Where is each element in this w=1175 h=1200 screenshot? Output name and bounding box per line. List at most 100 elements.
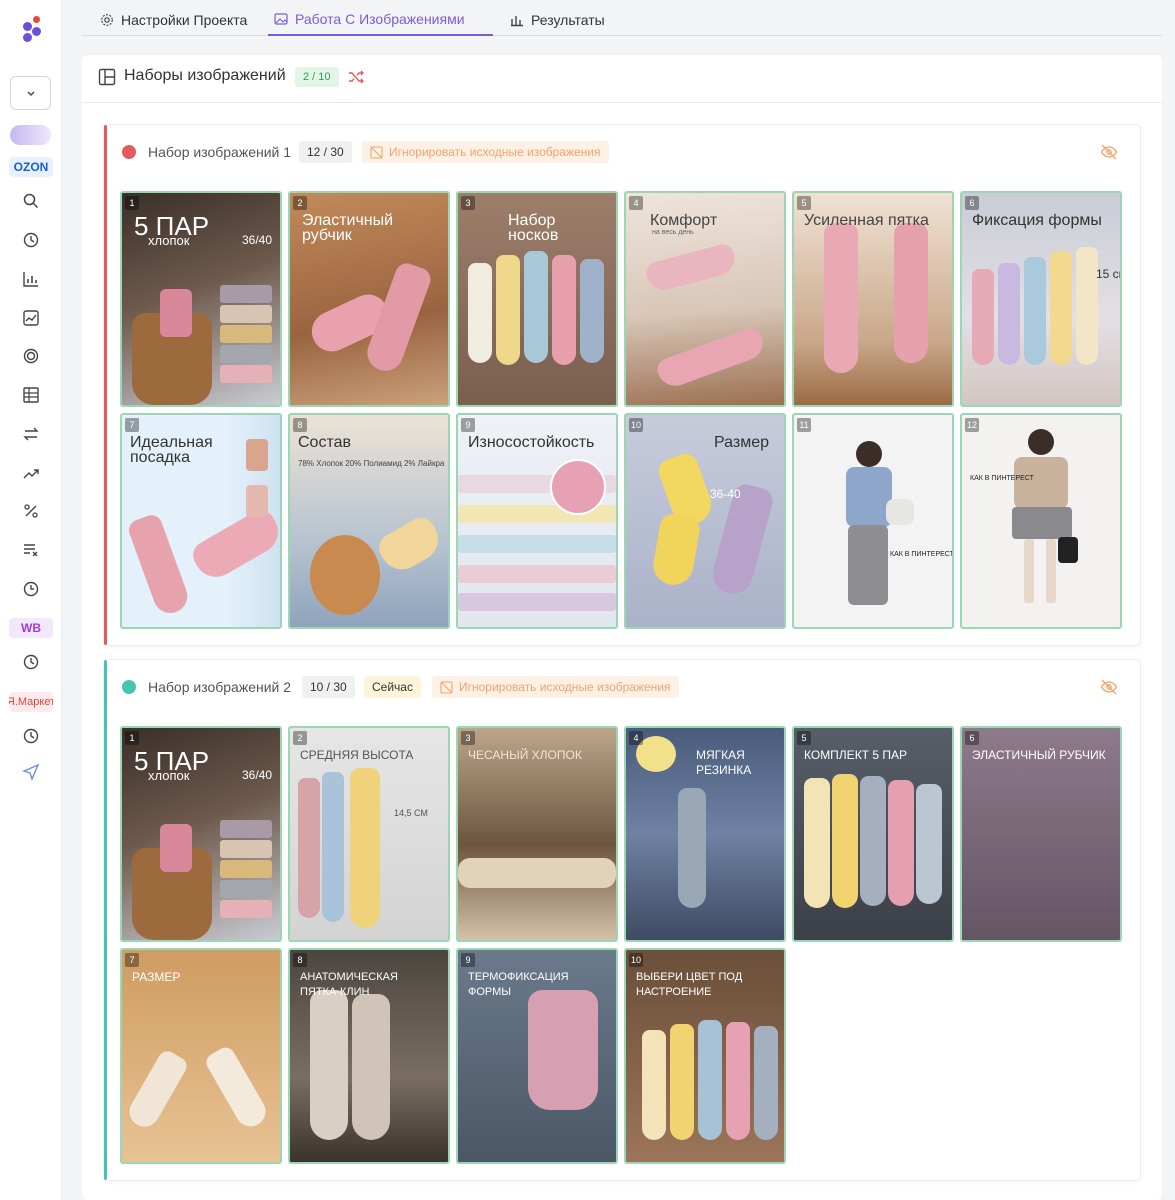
thumb-caption: Идеальная посадка <box>130 434 213 466</box>
image-thumbnail[interactable]: 12 КАК В ПИНТЕРЕСТ <box>960 413 1122 629</box>
swap-icon[interactable] <box>21 424 41 444</box>
panel-header: Наборы изображений 2 / 10 <box>82 55 1162 103</box>
thumb-size: 14,5 СМ <box>394 808 428 818</box>
percent-icon[interactable] <box>21 501 41 521</box>
tab-results[interactable]: Результаты <box>504 10 611 36</box>
set-count-badge: 12 / 30 <box>299 141 352 163</box>
image-thumbnail[interactable]: 8 АНАТОМИЧЕСКАЯ ПЯТКА-КЛИН <box>288 948 450 1164</box>
ignore-source-toggle[interactable]: Игнорировать исходные изображения <box>432 676 679 698</box>
thumb-caption: МЯГКАЯ РЕЗИНКА <box>696 748 752 777</box>
layout-icon <box>98 68 116 86</box>
image-thumbnail[interactable]: 2 Эластичный рубчик <box>288 191 450 407</box>
set-color-dot <box>122 680 136 694</box>
list-x-icon[interactable] <box>21 540 41 560</box>
set-title: Набор изображений 2 <box>148 679 292 695</box>
thumb-number: 7 <box>125 953 139 967</box>
thumb-number: 11 <box>797 418 811 432</box>
image-thumbnail[interactable]: 11 КАК В ПИНТЕРЕСТ <box>792 413 954 629</box>
tab-label: Настройки Проекта <box>121 12 248 28</box>
page-title: Наборы изображений <box>124 67 286 84</box>
thumb-number: 12 <box>965 418 980 432</box>
current-set-badge: Сейчас <box>364 676 421 698</box>
thumb-number: 10 <box>629 418 644 432</box>
tab-project-settings[interactable]: Настройки Проекта <box>94 10 253 36</box>
image-thumbnail[interactable]: 10 ВЫБЕРИ ЦВЕТ ПОД НАСТРОЕНИЕ <box>624 948 786 1164</box>
image-thumbnail[interactable]: 4 Комфорт на весь день <box>624 191 786 407</box>
history-icon[interactable] <box>21 652 41 672</box>
thumb-caption: ЧЕСАНЫЙ ХЛОПОК <box>468 748 582 762</box>
thumb-caption: РАЗМЕР <box>132 970 181 984</box>
set-title: Набор изображений 1 <box>148 144 292 160</box>
thumb-number: 2 <box>293 731 307 745</box>
image-thumbnail[interactable]: 5 КОМПЛЕКТ 5 ПАР <box>792 726 954 942</box>
image-thumbnail[interactable]: 5 Усиленная пятка <box>792 191 954 407</box>
theme-toggle[interactable] <box>10 125 51 145</box>
set-count-badge: 10 / 30 <box>302 676 355 698</box>
app-logo[interactable] <box>23 16 47 44</box>
image-thumbnail[interactable]: 9 Износостойкость <box>456 413 618 629</box>
set-color-dot <box>122 145 136 159</box>
send-icon[interactable] <box>21 762 41 782</box>
image-thumbnail[interactable]: 4 МЯГКАЯ РЕЗИНКА <box>624 726 786 942</box>
eye-off-icon[interactable] <box>1100 143 1118 161</box>
image-thumbnail[interactable]: 6 ЭЛАСТИЧНЫЙ РУБЧИК <box>960 726 1122 942</box>
thumb-size: 36/40 <box>242 233 273 247</box>
image-thumbnail[interactable]: 9 ТЕРМОФИКСАЦИЯ ФОРМЫ <box>456 948 618 1164</box>
thumb-caption: КОМПЛЕКТ 5 ПАР <box>804 748 907 762</box>
history-icon[interactable] <box>21 726 41 746</box>
ymarket-badge[interactable]: Я.Маркет <box>9 692 53 712</box>
thumb-caption: Набор носков <box>508 212 559 244</box>
thumb-number: 5 <box>797 731 811 745</box>
thumb-number: 2 <box>293 196 307 210</box>
gear-icon <box>101 14 113 26</box>
ignore-label: Игнорировать исходные изображения <box>389 145 601 159</box>
image-thumbnail[interactable]: 7 РАЗМЕР <box>120 948 282 1164</box>
image-thumbnail[interactable]: 2 СРЕДНЯЯ ВЫСОТА 14,5 СМ <box>288 726 450 942</box>
clock-icon[interactable] <box>21 579 41 599</box>
thumb-subcaption: КАК В ПИНТЕРЕСТ <box>890 551 954 558</box>
image-set-1: Набор изображений 1 12 / 30 Игнорировать… <box>104 125 1140 645</box>
thumb-subcaption: КАК В ПИНТЕРЕСТ <box>970 475 1034 482</box>
thumb-subcaption: хлопок <box>148 768 190 783</box>
thumb-number: 3 <box>461 731 475 745</box>
project-dropdown[interactable] <box>10 76 51 110</box>
shuffle-icon[interactable] <box>347 68 365 86</box>
image-thumbnail[interactable]: 1 5 ПАР хлопок 36/40 <box>120 726 282 942</box>
image-thumbnail[interactable]: 3 Набор носков <box>456 191 618 407</box>
thumb-caption: ВЫБЕРИ ЦВЕТ ПОД НАСТРОЕНИЕ <box>636 971 743 998</box>
table-icon[interactable] <box>21 385 41 405</box>
thumb-number: 6 <box>965 731 979 745</box>
image-icon <box>274 13 288 25</box>
image-thumbnail[interactable]: 7 Идеальная посадка <box>120 413 282 629</box>
ignore-source-toggle[interactable]: Игнорировать исходные изображения <box>362 141 609 163</box>
bar-chart-icon[interactable] <box>21 269 41 289</box>
image-thumbnail[interactable]: 3 ЧЕСАНЫЙ ХЛОПОК <box>456 726 618 942</box>
chevron-down-icon <box>27 91 34 96</box>
set-accent-bar <box>104 125 107 645</box>
thumb-number: 10 <box>629 953 644 967</box>
eye-off-icon[interactable] <box>1100 678 1118 696</box>
image-thumbnail[interactable]: 6 Фиксация формы 15 см <box>960 191 1122 407</box>
thumb-subcaption: хлопок <box>148 233 190 248</box>
image-thumbnail[interactable]: 8 Состав 78% Хлопок 20% Полиамид 2% Лайк… <box>288 413 450 629</box>
search-icon[interactable] <box>21 191 41 211</box>
image-thumbnail[interactable]: 1 5 ПАР хлопок 36/40 <box>120 191 282 407</box>
thumb-number: 1 <box>125 731 139 745</box>
wb-badge[interactable]: WB <box>9 618 53 638</box>
thumb-caption: ТЕРМОФИКСАЦИЯ ФОРМЫ <box>468 971 569 998</box>
ozon-badge[interactable]: OZON <box>9 157 53 177</box>
thumb-number: 8 <box>293 953 307 967</box>
thumb-number: 6 <box>965 196 979 210</box>
image-thumbnail[interactable]: 10 Размер 36-40 <box>624 413 786 629</box>
tab-image-work[interactable]: Работа С Изображениями <box>268 10 493 36</box>
trending-up-icon[interactable] <box>21 463 41 483</box>
thumb-caption: Эластичный рубчик <box>302 212 394 244</box>
history-icon[interactable] <box>21 230 41 250</box>
line-chart-icon[interactable] <box>21 308 41 328</box>
image-set-2: Набор изображений 2 10 / 30 Сейчас Игнор… <box>104 660 1140 1180</box>
thumb-number: 9 <box>461 418 475 432</box>
thumb-caption: ЭЛАСТИЧНЫЙ РУБЧИК <box>972 748 1106 762</box>
thumb-caption: Комфорт <box>650 212 718 229</box>
thumb-caption: Износостойкость <box>468 434 595 451</box>
target-icon[interactable] <box>21 346 41 366</box>
